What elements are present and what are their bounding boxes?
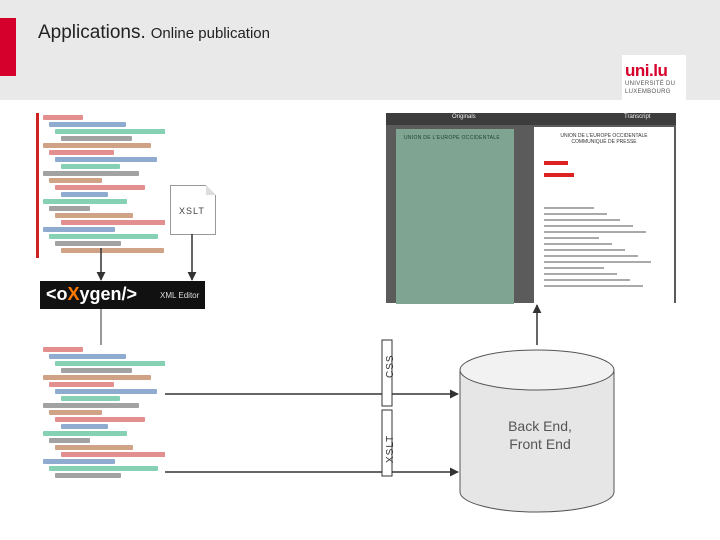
xslt-label: XSLT <box>385 434 396 463</box>
css-label: CSS <box>385 354 396 378</box>
flow-diagram <box>96 234 615 513</box>
database-label-line1: Back End, <box>508 418 572 434</box>
database-label: Back End, Front End <box>470 417 610 453</box>
database-cylinder-top <box>459 349 615 391</box>
database-label-line2: Front End <box>509 436 571 452</box>
